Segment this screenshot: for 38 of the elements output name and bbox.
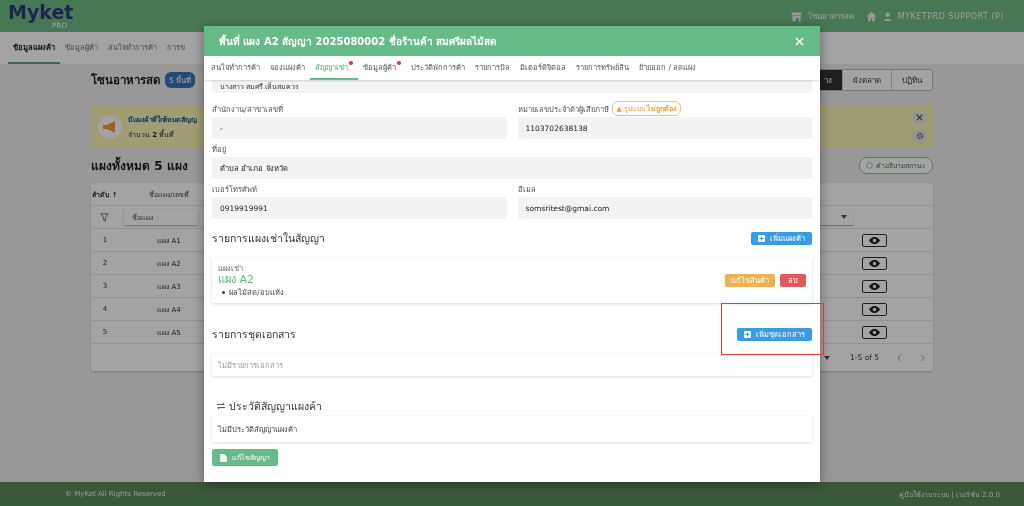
eye-icon [869,328,880,336]
close-icon [916,113,923,121]
previous-page-icon[interactable] [897,353,903,362]
close-button[interactable] [912,109,927,125]
stall-count-heading: แผงทั้งหมด 5 แผง [91,156,188,175]
close-icon[interactable] [795,36,804,46]
settings-icon [915,132,924,140]
view-button[interactable] [862,256,887,270]
eye-icon [869,305,880,313]
section-title: ประวัติสัญญาแผงค้า [229,398,322,415]
document-icon [220,453,227,462]
eye-icon [869,236,880,244]
user-icon [882,11,892,21]
stall-name: แผง A2 [218,273,256,287]
plus-icon [744,330,751,338]
megaphone-icon [98,114,122,139]
caret-icon [841,215,847,219]
view-button[interactable] [862,279,887,293]
eye-icon [869,259,880,267]
page-title: โซนอาหารสด [91,72,160,89]
settings-button[interactable] [912,128,927,144]
view-button[interactable] [862,325,887,339]
plus-icon [758,234,765,242]
filter-icon[interactable] [100,212,109,222]
view-button[interactable] [862,302,887,316]
next-page-icon[interactable] [920,353,926,362]
view-toggle[interactable]: ผังตลาด [842,70,891,90]
caret-icon [824,355,830,360]
dialog-title: พื้นที่ แผง A2 สัญญา 2025080002 ชื่อร้านค้า สมศรีผลไม้สด [219,33,497,49]
view-toggle[interactable]: ปฏิทิน [891,70,932,90]
bullet-icon [222,290,225,294]
store-icon[interactable] [790,10,802,22]
section-title: รายการแผงเช่าในสัญญา [212,230,325,247]
rows-per-page-dropdown[interactable] [824,355,832,360]
view-button[interactable] [862,233,887,247]
section-title: รายการชุดเอกสาร [212,326,296,343]
eye-icon [869,282,880,290]
swap-icon [216,402,226,410]
